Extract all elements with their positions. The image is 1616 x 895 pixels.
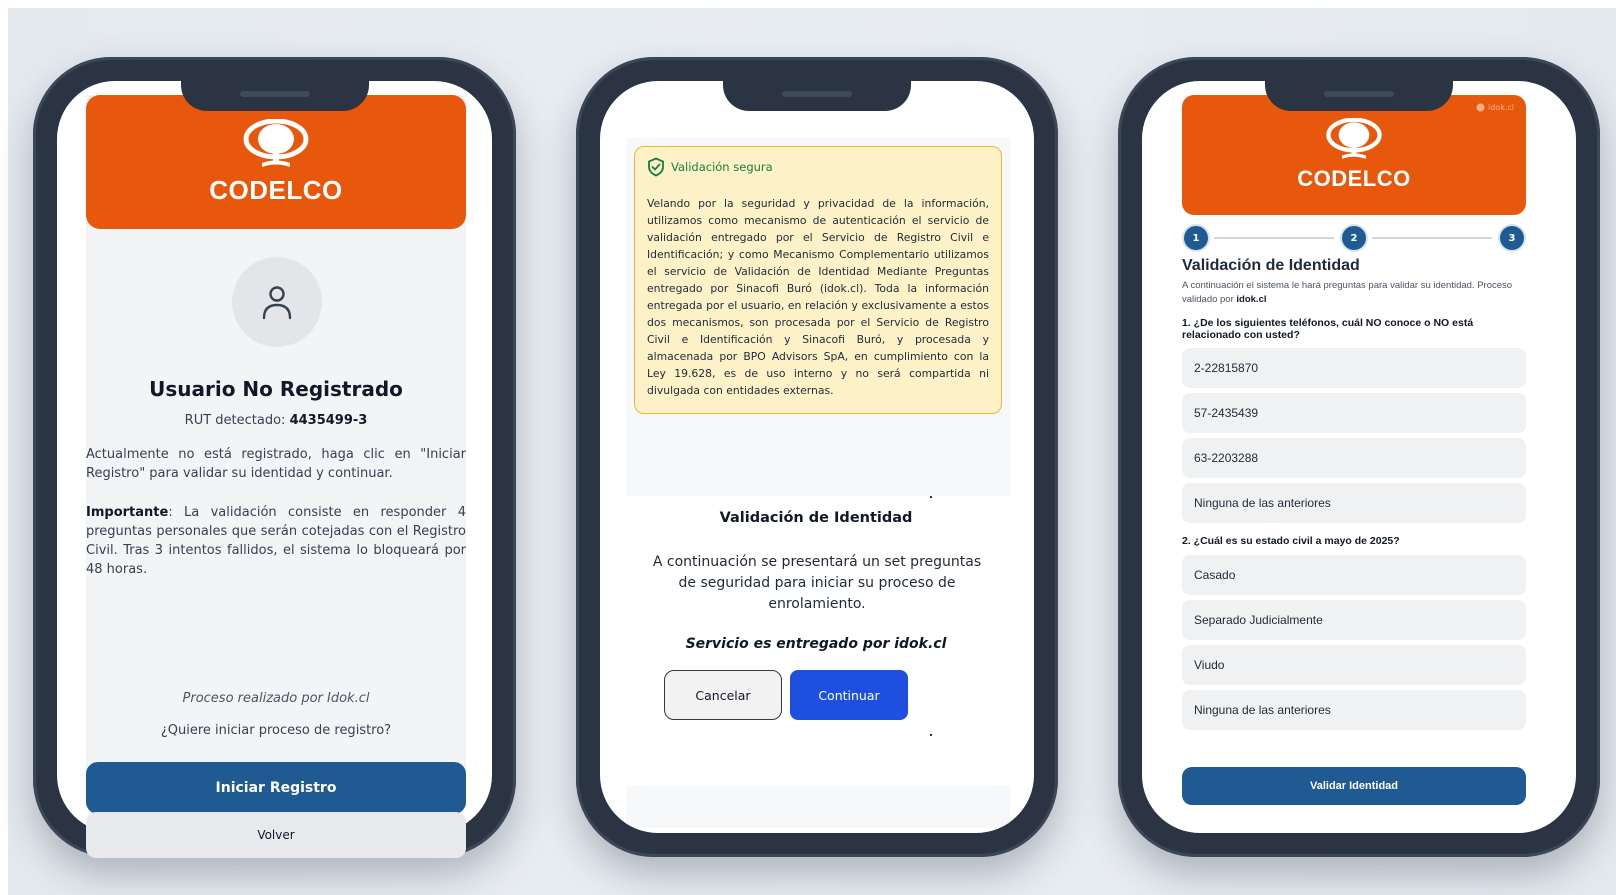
notice-text: Velando por la seguridad y privacidad de… bbox=[647, 197, 989, 397]
dialog-corner-dot bbox=[930, 734, 932, 736]
phone-mockup-unregistered: CODELCO Usuario No Registrado RUT detect… bbox=[33, 57, 516, 857]
codelco-header-banner: CODELCO bbox=[86, 95, 466, 229]
privacy-notice: Validación segura Velando por la segurid… bbox=[634, 146, 1002, 414]
question-2-label: 2. ¿Cuál es su estado civil a mayo de 20… bbox=[1182, 535, 1400, 547]
shield-check-icon bbox=[648, 157, 664, 177]
step-connector bbox=[1214, 237, 1334, 239]
question-2-option[interactable]: Separado Judicialmente bbox=[1182, 600, 1526, 640]
dialog-text: A continuación se presentará un set preg… bbox=[652, 554, 982, 612]
idok-badge: idok.cl bbox=[1476, 103, 1514, 112]
rut-label: RUT detectado: bbox=[184, 413, 286, 428]
brand-name: CODELCO bbox=[209, 174, 343, 205]
phone-screen: Validación segura Velando por la segurid… bbox=[600, 81, 1034, 833]
identity-questions-view: idok.cl CODELCO 1 2 3 Validación de Iden… bbox=[1178, 95, 1538, 825]
start-registration-question: ¿Quiere iniciar proceso de registro? bbox=[160, 723, 392, 738]
notice-header: Validación segura bbox=[647, 157, 989, 177]
dialog-service-note: Servicio es entregado por idok.cl bbox=[685, 636, 947, 652]
idok-badge-label: idok.cl bbox=[1488, 103, 1514, 112]
question-1-option[interactable]: 57-2435439 bbox=[1182, 393, 1526, 433]
progress-stepper: 1 2 3 bbox=[1182, 226, 1526, 250]
phone-screen: idok.cl CODELCO 1 2 3 Validación de Iden… bbox=[1142, 81, 1576, 833]
phone-notch bbox=[180, 81, 369, 111]
phone-notch bbox=[723, 81, 911, 111]
page-description: A continuación el sistema le hará pregun… bbox=[1182, 279, 1522, 307]
check-circle-icon bbox=[1476, 103, 1485, 112]
question-1-option[interactable]: Ninguna de las anteriores bbox=[1182, 483, 1526, 523]
question-1-option[interactable]: 63-2203288 bbox=[1182, 438, 1526, 478]
description-provider: idok.cl bbox=[1236, 294, 1267, 305]
phone-notch bbox=[1265, 81, 1453, 111]
important-note: Importante: La validación consiste en re… bbox=[86, 503, 466, 579]
description-text: A continuación el sistema le hará pregun… bbox=[1182, 280, 1513, 305]
back-button[interactable]: Volver bbox=[86, 812, 466, 858]
continue-button[interactable]: Continuar bbox=[790, 670, 908, 720]
page-title: Usuario No Registrado bbox=[149, 377, 403, 401]
validate-identity-button[interactable]: Validar Identidad bbox=[1182, 767, 1526, 805]
unregistered-user-view: CODELCO Usuario No Registrado RUT detect… bbox=[86, 95, 466, 814]
frame-top-border bbox=[0, 0, 1616, 8]
rut-value: 4435499-3 bbox=[289, 413, 368, 428]
question-1-option[interactable]: 2-22815870 bbox=[1182, 348, 1526, 388]
frame-left-border bbox=[0, 0, 8, 895]
question-1-label: 1. ¿De los siguientes teléfonos, cuál NO… bbox=[1182, 317, 1474, 341]
dialog-title: Validación de Identidad bbox=[719, 510, 913, 526]
question-2-option[interactable]: Viudo bbox=[1182, 645, 1526, 685]
dialog-corner-dot bbox=[930, 496, 932, 498]
important-label: Importante bbox=[86, 505, 169, 520]
registration-info-text: Actualmente no está registrado, haga cli… bbox=[86, 447, 466, 481]
consent-view: Validación segura Velando por la segurid… bbox=[626, 138, 1010, 828]
step-1: 1 bbox=[1184, 226, 1208, 250]
step-2: 2 bbox=[1342, 226, 1366, 250]
phone-mockup-consent: Validación segura Velando por la segurid… bbox=[576, 57, 1058, 857]
codelco-logo-icon bbox=[1326, 118, 1382, 159]
rut-detected: RUT detectado: 4435499-3 bbox=[86, 413, 466, 428]
step-3: 3 bbox=[1500, 226, 1524, 250]
phone-mockup-questions: idok.cl CODELCO 1 2 3 Validación de Iden… bbox=[1118, 57, 1600, 857]
cancel-button[interactable]: Cancelar bbox=[664, 670, 782, 720]
question-2-option[interactable]: Ninguna de las anteriores bbox=[1182, 690, 1526, 730]
brand-name: CODELCO bbox=[1297, 166, 1411, 191]
start-registration-button[interactable]: Iniciar Registro bbox=[86, 762, 466, 814]
notice-title: Validación segura bbox=[671, 160, 773, 174]
page-title: Validación de Identidad bbox=[1182, 257, 1360, 274]
process-by-text: Proceso realizado por Idok.cl bbox=[182, 691, 370, 706]
codelco-header-banner: idok.cl CODELCO bbox=[1182, 95, 1526, 215]
codelco-logo-icon bbox=[243, 118, 309, 167]
phone-screen: CODELCO Usuario No Registrado RUT detect… bbox=[57, 81, 492, 833]
user-icon bbox=[232, 257, 322, 347]
identity-validation-dialog: Validación de Identidad A continuación s… bbox=[626, 496, 1010, 786]
question-2-option[interactable]: Casado bbox=[1182, 555, 1526, 595]
step-connector bbox=[1372, 237, 1492, 239]
